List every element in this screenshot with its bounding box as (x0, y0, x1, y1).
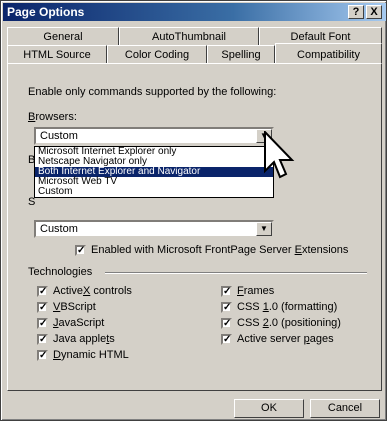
browsers-label: Browsers: (28, 111, 77, 123)
tab-compatibility[interactable]: Compatibility (275, 43, 382, 63)
tabs-row-front: HTML Source Color Coding Spelling Compat… (7, 43, 382, 63)
technologies-label: Technologies (28, 266, 93, 278)
active-server-pages-label: Active server pages (237, 333, 334, 345)
servers-combo[interactable]: Custom ▼ (34, 220, 274, 238)
browsers-dropdown-list[interactable]: Microsoft Internet Explorer only Netscap… (34, 146, 274, 198)
dynamic-html-label: Dynamic HTML (53, 349, 129, 361)
ok-button[interactable]: OK (234, 399, 304, 418)
cancel-button[interactable]: Cancel (310, 399, 380, 418)
java-applets-checkbox[interactable]: ✓ (37, 334, 48, 345)
javascript-checkbox[interactable]: ✓ (37, 318, 48, 329)
javascript-label: JavaScript (53, 317, 105, 329)
title-bar[interactable]: Page Options ? X (3, 3, 386, 21)
tab-spelling[interactable]: Spelling (207, 45, 275, 63)
vbscript-checkbox[interactable]: ✓ (37, 302, 48, 313)
css2-label: CSS 2.0 (positioning) (237, 317, 341, 329)
browsers-value: Custom (40, 130, 78, 142)
frames-label: Frames (237, 285, 275, 297)
vbscript-label: VBScript (53, 301, 96, 313)
java-applets-label: Java applets (53, 333, 115, 345)
css1-label: CSS 1.0 (formatting) (237, 301, 338, 313)
page-options-dialog: Page Options ? X General AutoThumbnail D… (0, 0, 387, 421)
technologies-divider (105, 272, 367, 274)
frames-checkbox[interactable]: ✓ (221, 286, 232, 297)
tab-html-source[interactable]: HTML Source (7, 45, 107, 63)
option-custom[interactable]: Custom (35, 187, 273, 197)
mouse-pointer-icon (264, 131, 295, 179)
activex-label: ActiveX controls (53, 285, 132, 297)
tab-autothumbnail[interactable]: AutoThumbnail (119, 27, 259, 45)
tab-general[interactable]: General (7, 27, 119, 45)
css2-checkbox[interactable]: ✓ (221, 318, 232, 329)
help-button[interactable]: ? (348, 5, 364, 19)
chevron-down-icon[interactable]: ▼ (256, 222, 272, 236)
tab-color-coding[interactable]: Color Coding (107, 45, 207, 63)
activex-checkbox[interactable]: ✓ (37, 286, 48, 297)
css1-checkbox[interactable]: ✓ (221, 302, 232, 313)
close-button[interactable]: X (366, 5, 382, 19)
active-server-pages-checkbox[interactable]: ✓ (221, 334, 232, 345)
servers-value: Custom (40, 223, 78, 235)
window-title: Page Options (7, 5, 85, 19)
browsers-combo[interactable]: Custom ▼ (34, 127, 274, 145)
frontpage-extensions-label: Enabled with Microsoft FrontPage Server … (91, 244, 349, 256)
frontpage-extensions-checkbox[interactable]: ✓ (75, 245, 86, 256)
dynamic-html-checkbox[interactable]: ✓ (37, 350, 48, 361)
intro-text: Enable only commands supported by the fo… (28, 86, 277, 98)
